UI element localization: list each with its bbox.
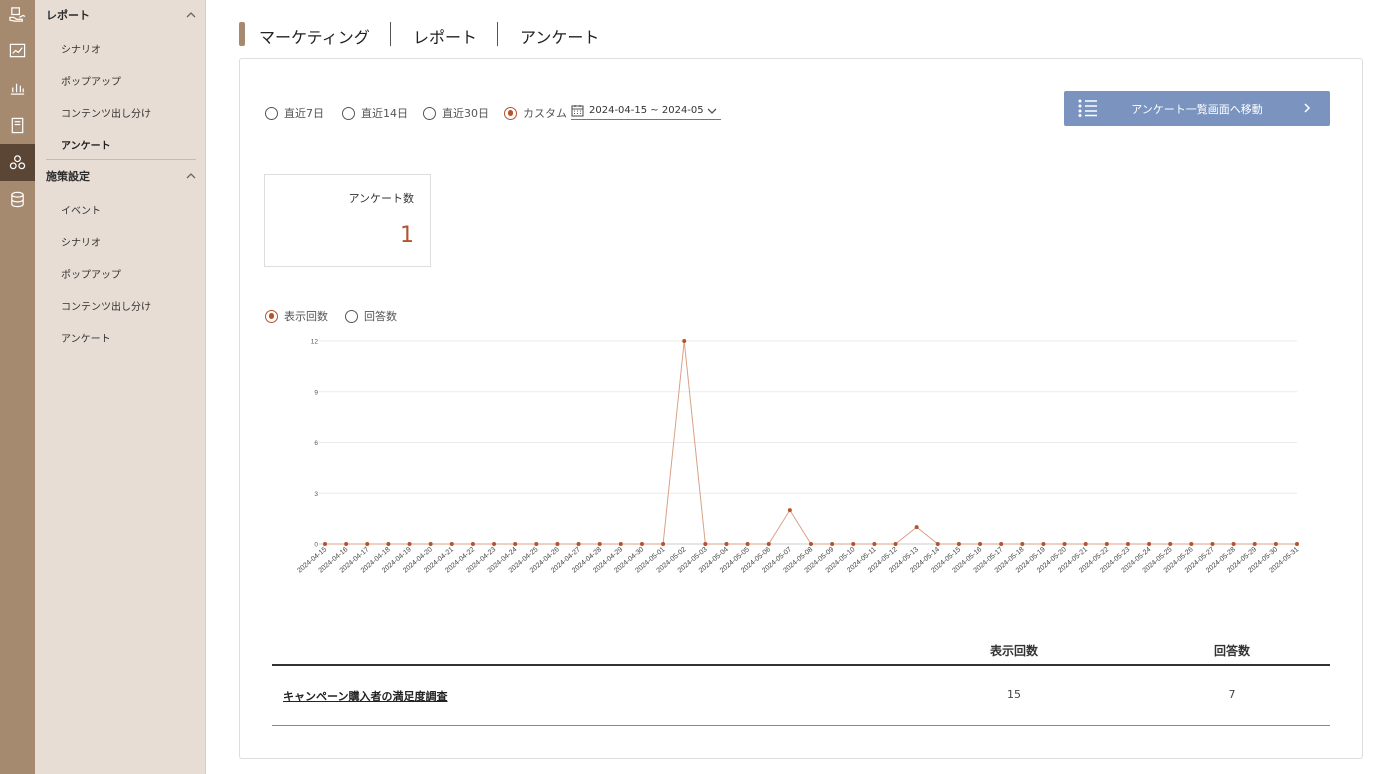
survey-count-card: アンケート数 1: [264, 174, 431, 267]
sidebar-item-report-survey[interactable]: アンケート: [61, 137, 111, 152]
radio-label: 直近7日: [284, 107, 324, 120]
sidebar-item-settings-event[interactable]: イベント: [61, 202, 101, 217]
rail-segments[interactable]: [0, 144, 35, 181]
calendar-icon: [571, 104, 584, 117]
table-header-answers: 回答数: [1213, 644, 1250, 658]
hand-box-icon: [9, 7, 26, 22]
radio-label: 直近14日: [361, 107, 408, 120]
chevron-right-icon: [1302, 103, 1312, 113]
period-radio-7days[interactable]: 直近7日: [265, 105, 324, 121]
radio-label: カスタム: [523, 107, 567, 120]
radio-circle: [504, 106, 517, 120]
breadcrumb-separator: [497, 22, 498, 46]
sidebar-section-settings[interactable]: 施策設定: [46, 166, 196, 186]
sidebar-item-report-scenario[interactable]: シナリオ: [61, 41, 101, 56]
rail-bar-chart[interactable]: [0, 69, 35, 106]
sidebar-item-settings-contents[interactable]: コンテンツ出し分け: [61, 298, 151, 313]
breadcrumb-separator: [390, 22, 391, 46]
goto-survey-list-label: アンケート一覧画面へ移動: [1131, 102, 1263, 116]
date-range-picker[interactable]: 2024-04-15 ~ 2024-05-31: [571, 102, 721, 120]
sidebar: レポート シナリオ ポップアップ コンテンツ出し分け アンケート 施策設定 イベ…: [35, 0, 206, 774]
table-row-survey-name-link[interactable]: キャンペーン購入者の満足度調査: [283, 688, 447, 704]
radio-circle: [265, 309, 278, 323]
chevron-down-icon: [707, 106, 717, 116]
breadcrumb-item-report: レポート: [413, 28, 478, 47]
radio-circle: [345, 309, 358, 323]
rail-line-chart[interactable]: [0, 32, 35, 69]
icon-rail: [0, 0, 35, 774]
period-radio-custom[interactable]: カスタム: [504, 105, 567, 121]
radio-label: 回答数: [364, 310, 397, 323]
survey-count-title: アンケート数: [348, 192, 414, 205]
sidebar-section-label: レポート: [46, 9, 90, 22]
table-header-divider: [272, 664, 1330, 666]
sidebar-item-settings-survey[interactable]: アンケート: [61, 330, 111, 345]
period-radio-14days[interactable]: 直近14日: [342, 105, 408, 121]
chevron-up-icon: [186, 171, 196, 181]
survey-count-value: 1: [400, 223, 414, 248]
database-icon: [11, 191, 24, 208]
sidebar-item-report-popup[interactable]: ポップアップ: [61, 73, 121, 88]
bar-chart-icon: [10, 83, 25, 95]
radio-circle: [265, 106, 278, 120]
sidebar-section-label: 施策設定: [46, 170, 90, 183]
segments-icon: [9, 155, 26, 170]
breadcrumb-item-marketing: マーケティング: [259, 28, 370, 47]
rail-hand-box[interactable]: [0, 0, 35, 33]
radio-label: 表示回数: [284, 310, 328, 323]
table-row-answers: 7: [1228, 688, 1236, 701]
line-chart-icon: [9, 43, 26, 58]
metric-radio-views[interactable]: 表示回数: [265, 308, 328, 324]
sidebar-divider: [46, 159, 196, 160]
period-radio-30days[interactable]: 直近30日: [423, 105, 489, 121]
table-header-views: 表示回数: [989, 644, 1038, 658]
goto-survey-list-button[interactable]: アンケート一覧画面へ移動: [1064, 91, 1330, 126]
breadcrumb-item-survey: アンケート: [520, 28, 600, 47]
radio-label: 直近30日: [442, 107, 489, 120]
radio-circle: [423, 106, 436, 120]
document-icon: [11, 117, 24, 134]
rail-document[interactable]: [0, 107, 35, 144]
sidebar-section-report[interactable]: レポート: [46, 5, 196, 25]
date-range-value: 2024-04-15 ~ 2024-05-31: [589, 105, 703, 116]
metric-radio-answers[interactable]: 回答数: [345, 308, 397, 324]
chevron-up-icon: [186, 10, 196, 20]
radio-circle: [342, 106, 355, 120]
sidebar-item-settings-scenario[interactable]: シナリオ: [61, 234, 101, 249]
table-row-divider: [272, 725, 1330, 726]
sidebar-item-settings-popup[interactable]: ポップアップ: [61, 266, 121, 281]
list-icon: [1078, 99, 1098, 117]
sidebar-item-report-contents[interactable]: コンテンツ出し分け: [61, 105, 151, 120]
breadcrumb-accent: [239, 22, 245, 46]
table-row-views: 15: [1007, 688, 1021, 701]
rail-database[interactable]: [0, 181, 35, 218]
